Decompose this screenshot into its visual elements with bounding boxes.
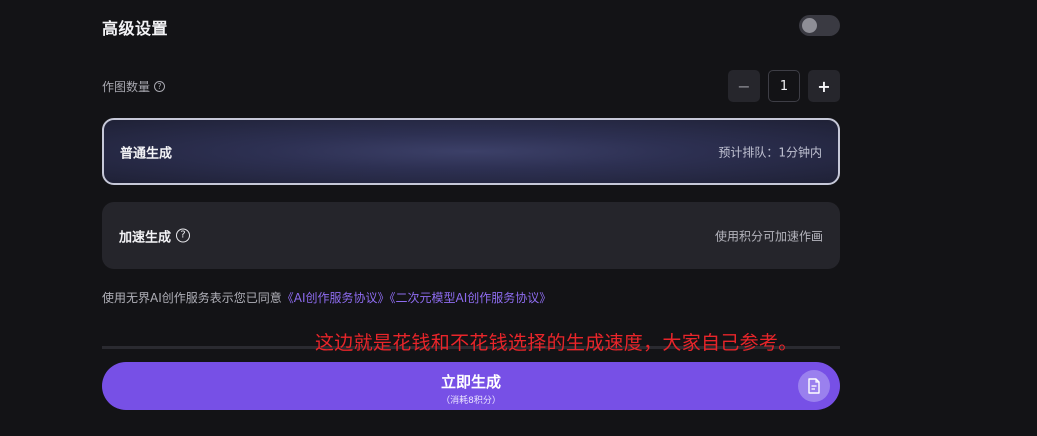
ai-service-agreement-link[interactable]: 《AI创作服务协议》 <box>282 291 390 305</box>
generate-button[interactable]: 立即生成 （消耗8积分） <box>102 362 840 410</box>
fast-generation-title: 加速生成 ? <box>119 226 191 245</box>
image-count-label: 作图数量 ? <box>102 78 166 95</box>
increment-button[interactable]: + <box>808 70 840 102</box>
normal-generation-option[interactable]: 普通生成 预计排队：1分钟内 <box>102 118 840 185</box>
decrement-button[interactable]: − <box>728 70 760 102</box>
advanced-settings-title: 高级设置 <box>102 19 169 38</box>
agreement-prefix: 使用无界AI创作服务表示您已同意 <box>102 291 282 305</box>
annotation-text: 这边就是花钱和不花钱选择的生成速度，大家自己参考。 <box>315 332 798 354</box>
agreement-text: 使用无界AI创作服务表示您已同意《AI创作服务协议》《二次元模型AI创作服务协议… <box>102 289 551 306</box>
generate-cost-label: （消耗8积分） <box>441 396 501 406</box>
queue-estimate: 预计排队：1分钟内 <box>718 145 822 159</box>
toggle-knob <box>802 18 817 33</box>
normal-generation-title: 普通生成 <box>120 142 172 161</box>
advanced-settings-toggle[interactable] <box>799 15 840 36</box>
normal-generation-label: 普通生成 <box>120 146 173 161</box>
fast-generation-label: 加速生成 <box>119 230 172 245</box>
image-count-value[interactable]: 1 <box>768 70 800 102</box>
anime-model-agreement-link[interactable]: 《二次元模型AI创作服务协议》 <box>390 291 552 305</box>
question-circle-icon[interactable]: ? <box>154 81 166 92</box>
settings-panel: 高级设置 作图数量 ? − 1 + 普通生成 预计排队：1分钟内 加速生成 ? … <box>0 0 1037 436</box>
question-circle-icon[interactable]: ? <box>176 228 191 243</box>
fast-generation-option[interactable]: 加速生成 ? 使用积分可加速作画 <box>102 202 840 269</box>
generate-button-label: 立即生成 <box>440 373 501 391</box>
image-count-text: 作图数量 <box>102 80 151 94</box>
document-button[interactable] <box>798 370 830 402</box>
fast-generation-note: 使用积分可加速作画 <box>714 229 823 243</box>
document-icon <box>808 378 820 394</box>
